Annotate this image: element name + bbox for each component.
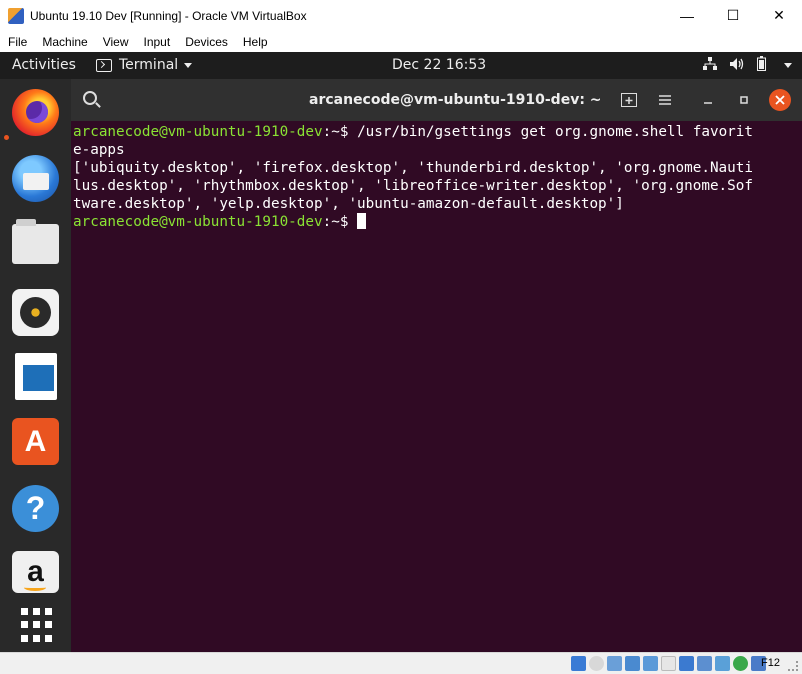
running-indicator [4,135,9,140]
host-titlebar: Ubuntu 19.10 Dev [Running] - Oracle VM V… [0,0,802,31]
host-menubar: File Machine View Input Devices Help [0,31,802,52]
terminal-close-button[interactable] [769,89,791,111]
help-icon[interactable]: ? [12,485,59,532]
terminal-minimize-button[interactable] [697,89,719,111]
menu-devices[interactable]: Devices [177,35,235,49]
menu-machine[interactable]: Machine [34,35,94,49]
terminal-line: arcanecode@vm-ubuntu-1910-dev:~$ [73,213,802,231]
libreoffice-writer-icon[interactable] [15,353,57,400]
host-key-label: F12 [761,657,780,669]
device-status-icons [571,656,766,671]
menu-help[interactable]: Help [235,35,275,49]
terminal-line: lus.desktop', 'rhythmbox.desktop', 'libr… [73,178,753,194]
terminal-maximize-button[interactable] [733,89,755,111]
clock[interactable]: Dec 22 16:53 [392,57,486,73]
prompt-user-host: arcanecode@vm-ubuntu-1910-dev [73,214,323,230]
ubuntu-software-icon[interactable]: A [12,418,59,465]
terminal-output[interactable]: arcanecode@vm-ubuntu-1910-dev:~$ /usr/bi… [71,121,802,652]
terminal-line: ['ubiquity.desktop', 'firefox.desktop', … [73,160,753,176]
prompt-user-host: arcanecode@vm-ubuntu-1910-dev [73,124,323,140]
thunderbird-icon[interactable] [12,155,59,202]
prompt-separator: :~$ [322,124,358,140]
command-text: /usr/bin/gsettings get org.gnome.shell f… [357,124,754,140]
new-tab-button[interactable] [618,89,640,111]
minimize-button[interactable]: — [664,0,710,31]
battery-icon [757,56,766,75]
close-button[interactable]: ✕ [756,0,802,31]
maximize-button[interactable]: ☐ [710,0,756,31]
audio-icon[interactable] [607,656,622,671]
amazon-icon[interactable]: a [12,551,59,593]
volume-icon [729,57,745,75]
dock: A ? a [0,79,71,652]
menu-input[interactable]: Input [136,35,178,49]
show-applications-icon[interactable] [14,602,61,649]
network-icon [703,56,717,75]
optical-drive-icon[interactable] [589,656,604,671]
terminal-cursor [357,213,367,229]
files-icon[interactable] [12,219,59,264]
host-window-title: Ubuntu 19.10 Dev [Running] - Oracle VM V… [30,8,307,23]
guest-additions-icon[interactable] [733,656,748,671]
gnome-topbar: Activities Terminal Dec 22 16:53 [0,52,802,79]
display-icon[interactable] [679,656,694,671]
network-adapter-icon[interactable] [625,656,640,671]
recording-icon[interactable] [697,656,712,671]
menu-view[interactable]: View [95,35,136,49]
terminal-line: arcanecode@vm-ubuntu-1910-dev:~$ /usr/bi… [73,123,802,141]
shared-folders-icon[interactable] [661,656,676,671]
prompt-separator: :~$ [322,214,358,230]
app-menu-label: Terminal [119,57,179,73]
guest-display: Activities Terminal Dec 22 16:53 A ? a a… [0,52,802,652]
hamburger-menu-icon[interactable] [654,89,676,111]
host-statusbar: F12 [0,652,802,674]
system-menu-caret-icon [784,63,792,68]
terminal-headerbar: arcanecode@vm-ubuntu-1910-dev: ~ [71,79,802,121]
rhythmbox-icon[interactable] [12,289,59,336]
terminal-line: e-apps [73,142,125,158]
cpu-icon[interactable] [715,656,730,671]
virtualbox-app-icon [8,7,24,24]
system-tray[interactable] [703,56,792,75]
app-menu-button[interactable]: Terminal [96,57,193,73]
terminal-icon [96,58,112,72]
menu-file[interactable]: File [0,35,34,49]
usb-icon[interactable] [643,656,658,671]
resize-grip-icon[interactable] [788,661,798,671]
terminal-title: arcanecode@vm-ubuntu-1910-dev: ~ [309,92,602,108]
search-icon[interactable] [83,91,97,105]
firefox-icon[interactable] [12,89,59,136]
terminal-line: tware.desktop', 'yelp.desktop', 'ubuntu-… [73,196,624,212]
hard-disk-icon[interactable] [571,656,586,671]
chevron-down-icon [184,62,193,68]
activities-button[interactable]: Activities [12,57,76,73]
